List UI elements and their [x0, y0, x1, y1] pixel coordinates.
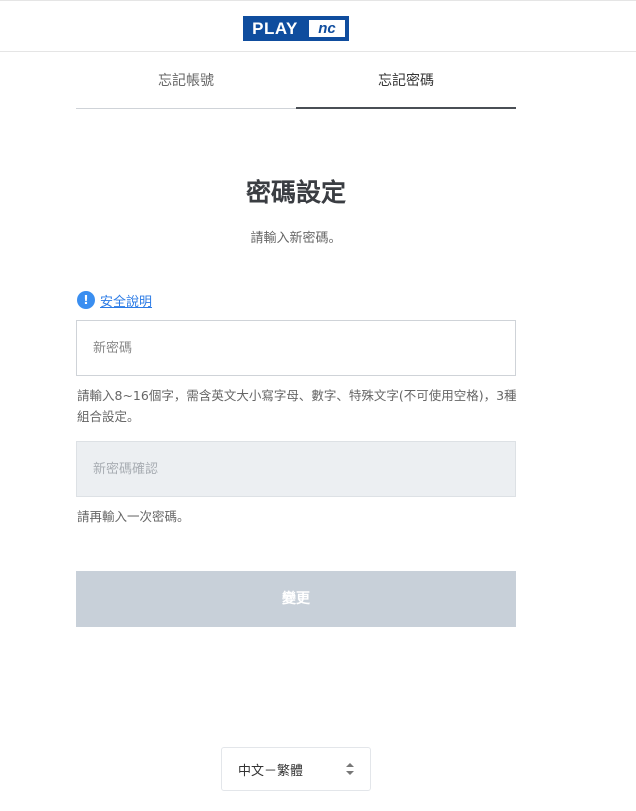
updown-chevron-icon [346, 763, 354, 775]
security-guide-label: 安全說明 [100, 294, 153, 310]
info-icon: ! [77, 291, 95, 309]
plaync-logo[interactable]: PLAY nc [243, 16, 349, 41]
language-select[interactable]: 中文－繁體 [221, 747, 371, 791]
page-subtitle: 請輸入新密碼。 [250, 231, 342, 246]
logo-nc-box: nc [307, 16, 349, 41]
new-password-hint: 請輸入8~16個字，需含英文大小寫字母、數字、特殊文字(不可使用空格)，3種組合… [77, 388, 517, 424]
tab-forgot-password[interactable]: 忘記密碼 [296, 56, 516, 109]
logo-play-text: PLAY [243, 16, 307, 41]
header-bar: PLAY nc [0, 0, 636, 52]
change-password-button[interactable]: 變更 [76, 571, 516, 627]
confirm-password-input[interactable] [76, 441, 516, 497]
page-title: 密碼設定 [245, 178, 346, 207]
security-guide-link[interactable]: ! 安全說明 [77, 290, 152, 310]
new-password-input[interactable] [76, 320, 516, 376]
language-label: 中文－繁體 [238, 763, 304, 779]
logo-nc-text: nc [309, 20, 345, 37]
confirm-password-hint: 請再輸入一次密碼。 [77, 509, 190, 524]
recovery-tabs: 忘記帳號 忘記密碼 [76, 56, 516, 110]
tab-forgot-account[interactable]: 忘記帳號 [76, 56, 296, 109]
